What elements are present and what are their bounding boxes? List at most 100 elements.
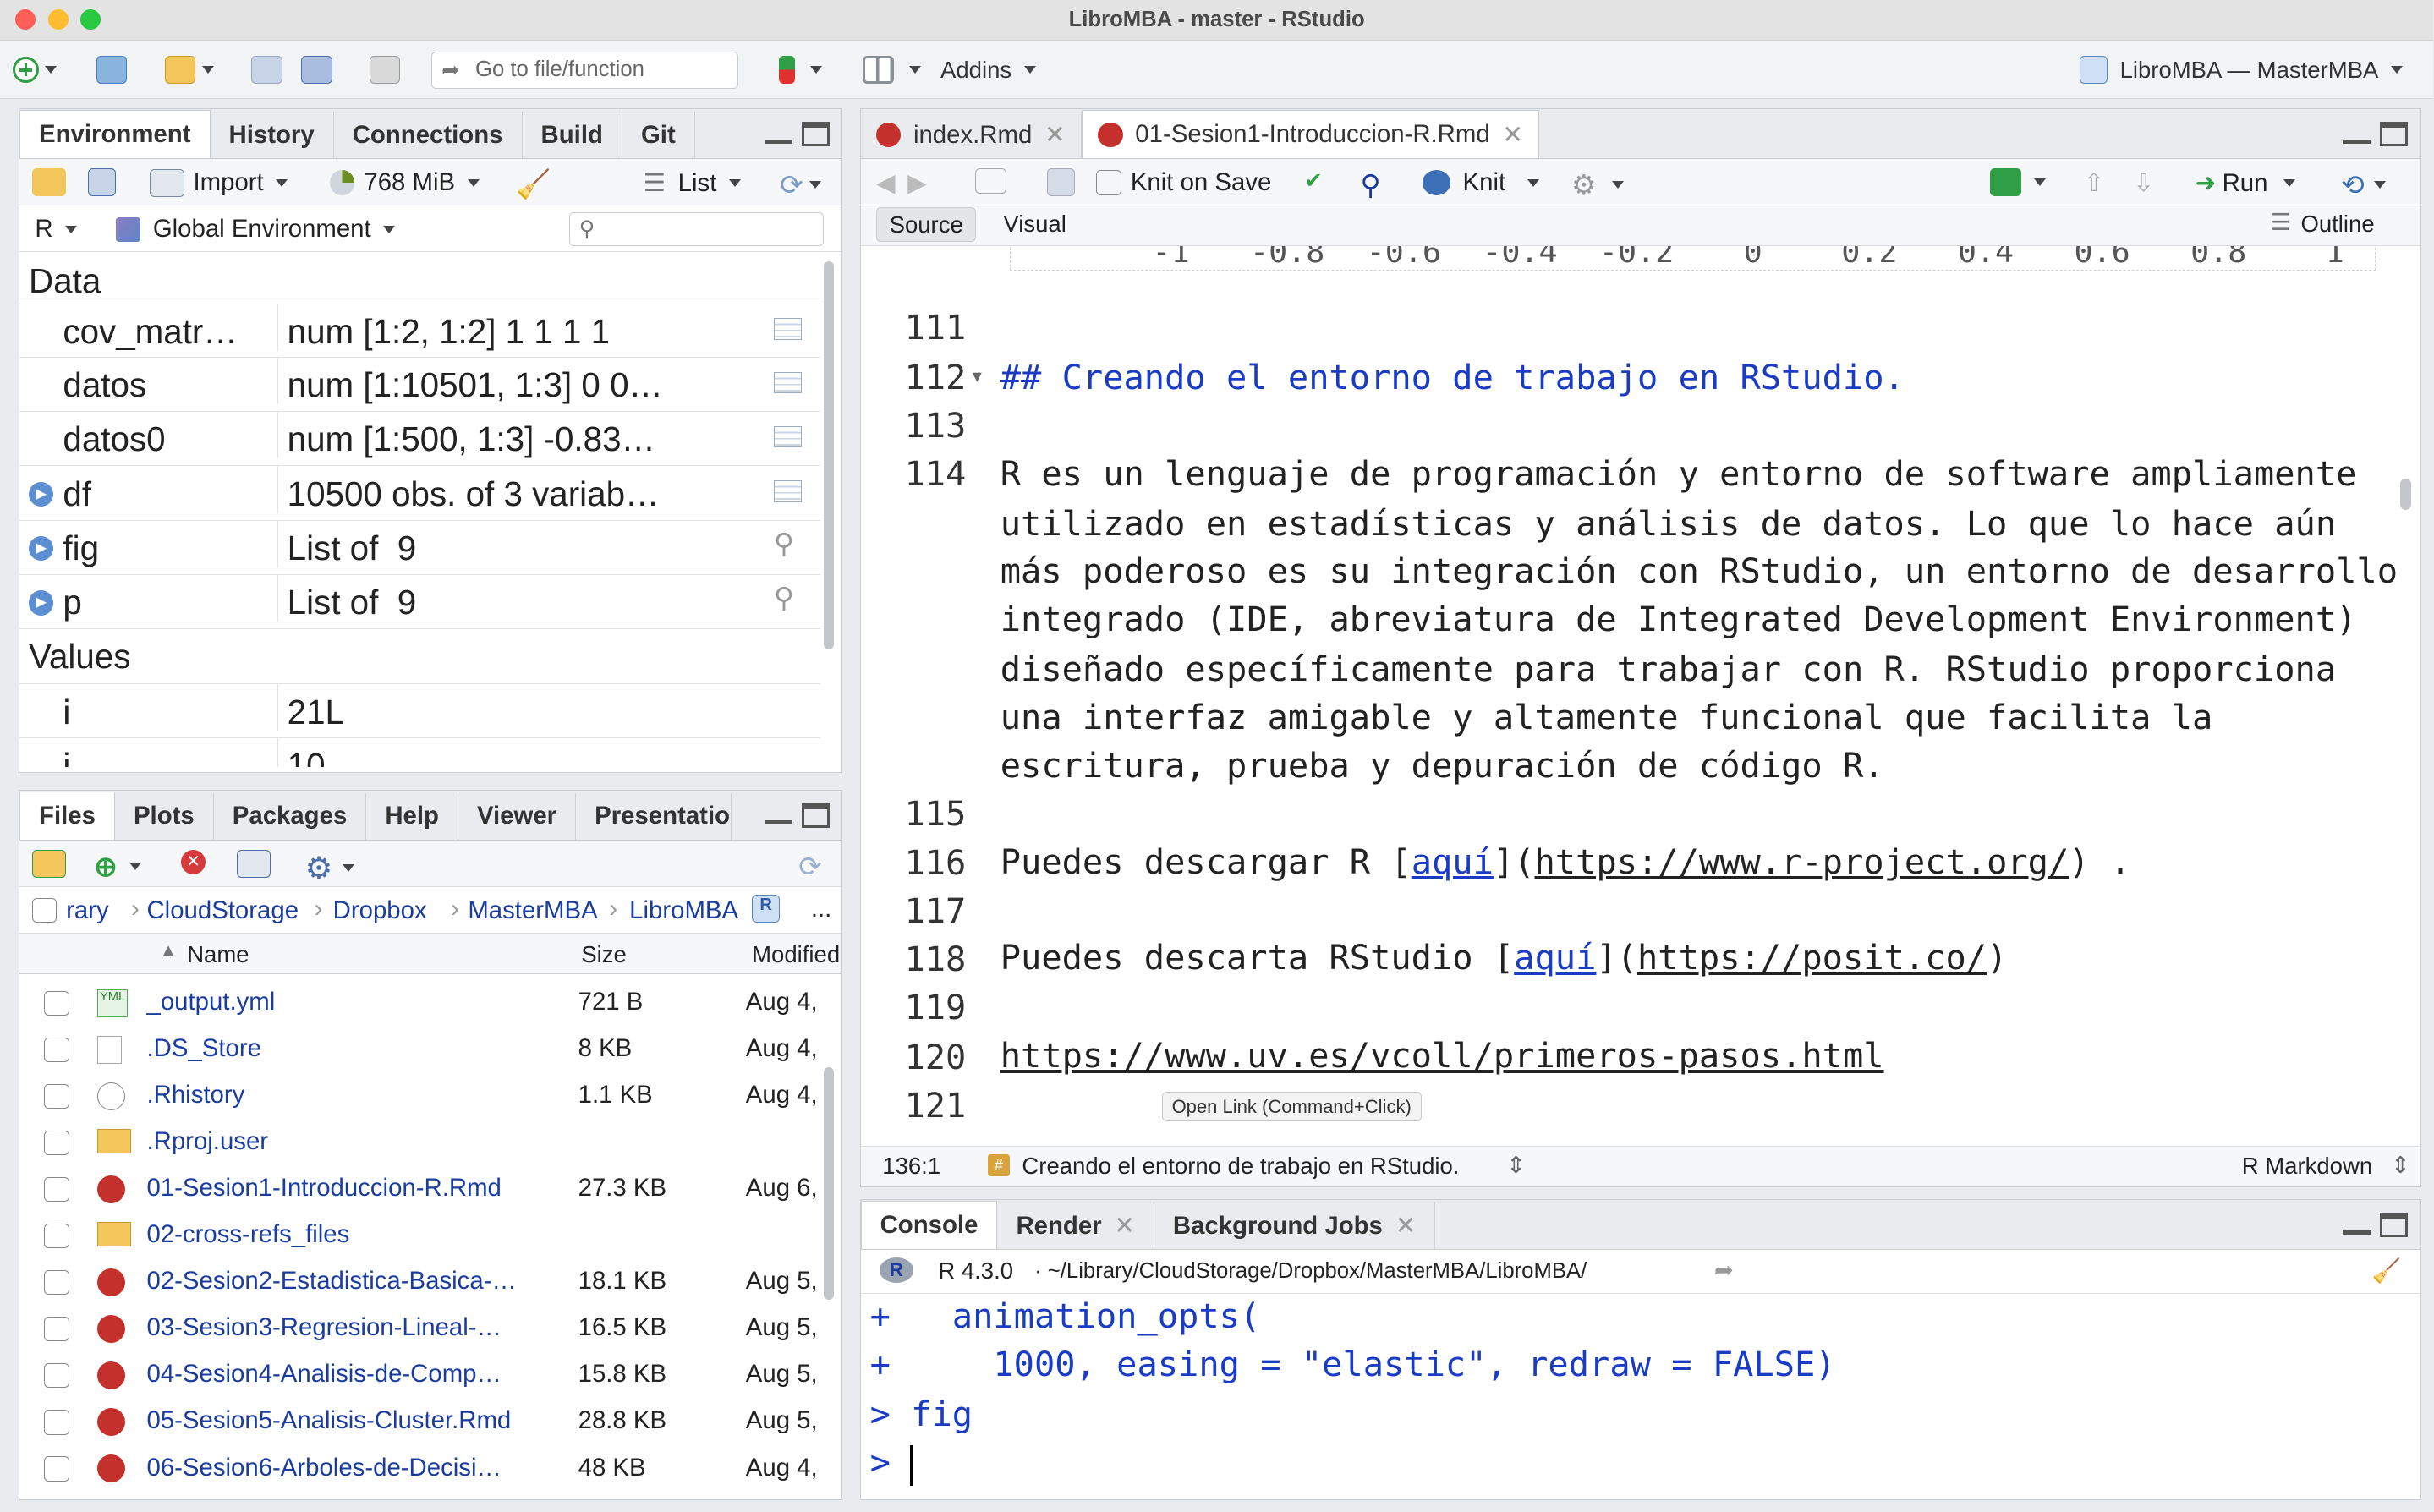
file-checkbox[interactable]	[44, 1269, 69, 1296]
markdown-link-text[interactable]: aquí	[1514, 938, 1596, 978]
more-file-actions-button[interactable]: ⚙	[305, 850, 354, 886]
pane-layout-button[interactable]	[863, 52, 922, 86]
run-button[interactable]: ➜ Run	[2196, 168, 2295, 198]
column-name-header[interactable]: Name	[187, 941, 249, 968]
breadcrumb-item[interactable]: MasterMBA	[468, 896, 597, 925]
file-row[interactable]: 02-Sesion2-Estadistica-Basica-… 18.1 KB Au…	[19, 1259, 820, 1306]
file-checkbox[interactable]	[44, 1176, 69, 1202]
file-row[interactable]: YML _output.yml 721 B Aug 4,	[19, 980, 820, 1027]
env-row-p[interactable]: ▶ p List of 9 ⚲	[19, 574, 820, 630]
code-editor[interactable]: -1 -0.8 -0.6 -0.4 -0.2 0 0.2 0.4 0.6 0.8 1 111 112 #…	[860, 245, 2420, 1140]
addins-menu[interactable]: Addins	[940, 52, 1036, 86]
delete-file-button[interactable]: ✕	[180, 849, 206, 875]
new-folder-button[interactable]	[31, 849, 67, 878]
visual-mode-button[interactable]: Visual	[1003, 211, 1066, 238]
insert-chunk-button[interactable]	[1990, 168, 2046, 197]
back-button[interactable]: ◀ ▶	[876, 168, 927, 198]
spellcheck-button[interactable]: ✔	[1304, 168, 1323, 194]
table-view-icon[interactable]	[773, 479, 802, 502]
r-project-icon[interactable]: R	[752, 894, 781, 923]
file-row[interactable]: 03-Sesion3-Regresion-Lineal-… 16.5 KB Aug …	[19, 1306, 820, 1352]
file-checkbox[interactable]	[44, 1223, 69, 1249]
tab-history[interactable]: History	[211, 112, 334, 159]
file-name-link[interactable]: 05-Sesion5-Analisis-Cluster.Rmd	[146, 1406, 565, 1435]
tab-viewer[interactable]: Viewer	[458, 792, 577, 840]
minimize-pane-button[interactable]	[2342, 122, 2371, 144]
goto-directory-icon[interactable]: ➦	[1714, 1257, 1734, 1284]
tab-help[interactable]: Help	[366, 792, 458, 840]
new-project-button[interactable]	[96, 52, 128, 86]
file-name-link[interactable]: 03-Sesion3-Regresion-Lineal-…	[146, 1313, 565, 1342]
breadcrumb-item[interactable]: Dropbox	[333, 896, 427, 925]
save-button[interactable]	[251, 52, 282, 86]
next-chunk-button[interactable]: ⇩	[2133, 168, 2154, 198]
console-output[interactable]: + animation_opts( + 1000, easing = "elas…	[861, 1294, 2420, 1496]
file-checkbox[interactable]	[44, 1037, 69, 1063]
tab-files[interactable]: Files	[19, 791, 115, 840]
save-workspace-button[interactable]	[87, 168, 116, 197]
breadcrumb-item[interactable]: rary	[66, 896, 109, 925]
file-name-link[interactable]: 02-Sesion2-Estadistica-Basica-…	[146, 1267, 565, 1296]
close-tab-icon[interactable]: ✕	[1114, 1211, 1135, 1241]
save-all-button[interactable]	[300, 52, 332, 86]
minimize-pane-button[interactable]	[764, 122, 792, 144]
prev-chunk-button[interactable]: ⇧	[2084, 168, 2105, 198]
view-mode-menu[interactable]: ☰ List	[644, 168, 742, 198]
file-checkbox[interactable]	[44, 1083, 69, 1109]
tab-packages[interactable]: Packages	[214, 792, 367, 840]
current-section-menu[interactable]: Creando el entorno de trabajo en RStudio…	[1022, 1153, 1459, 1180]
new-blank-file-button[interactable]: ⊕	[94, 850, 142, 883]
tab-render[interactable]: Render ✕	[997, 1202, 1154, 1250]
tab-environment[interactable]: Environment	[19, 110, 211, 159]
close-tab-icon[interactable]: ✕	[1502, 120, 1523, 150]
refresh-files-button[interactable]: ⟳	[798, 850, 822, 883]
memory-usage-button[interactable]: 768 MiB	[330, 168, 480, 197]
tab-presentation[interactable]: Presentation	[576, 792, 732, 840]
maximize-pane-button[interactable]	[801, 803, 830, 829]
console-prompt[interactable]: >	[870, 1443, 912, 1482]
file-checkbox[interactable]	[44, 990, 69, 1016]
close-tab-icon[interactable]: ✕	[1395, 1211, 1417, 1241]
expand-arrow-icon[interactable]: ▶	[29, 536, 54, 562]
file-name-link[interactable]: 01-Sesion1-Introduccion-R.Rmd	[146, 1174, 565, 1202]
env-row-datos0[interactable]: datos0 num [1:500, 1:3] -0.83…	[19, 412, 820, 467]
file-checkbox[interactable]	[44, 1410, 69, 1435]
file-checkbox[interactable]	[44, 1317, 69, 1342]
print-button[interactable]	[369, 52, 401, 86]
file-row[interactable]: .Rproj.user	[19, 1120, 820, 1166]
expand-arrow-icon[interactable]: ▶	[29, 481, 54, 507]
file-checkbox[interactable]	[44, 1363, 69, 1389]
scope-menu[interactable]: Global Environment	[115, 215, 396, 244]
goto-file-input[interactable]: ➦ Go to file/function	[431, 51, 739, 89]
maximize-pane-button[interactable]	[2379, 1213, 2408, 1238]
project-menu[interactable]: LibroMBA — MasterMBA	[2079, 52, 2404, 86]
file-row[interactable]: 04-Sesion4-Analisis-de-Comp… 15.8 KB Aug 5…	[19, 1352, 820, 1399]
import-dataset-button[interactable]: Import	[150, 168, 288, 197]
file-type-menu[interactable]: R Markdown	[2242, 1153, 2372, 1180]
new-file-button[interactable]	[12, 52, 58, 86]
breadcrumb-item[interactable]: LibroMBA	[629, 896, 738, 925]
file-checkbox[interactable]	[44, 1456, 69, 1482]
minimize-pane-button[interactable]	[764, 803, 792, 825]
source-mode-button[interactable]: Source	[875, 207, 977, 243]
file-row[interactable]: 01-Sesion1-Introduccion-R.Rmd 27.3 KB Aug …	[19, 1166, 820, 1213]
table-view-icon[interactable]	[773, 425, 802, 448]
files-scrollbar[interactable]	[823, 1066, 835, 1300]
bare-link-url[interactable]: https://www.uv.es/vcoll/primeros-pasos.h…	[1000, 1036, 1884, 1076]
file-row[interactable]: 02-cross-refs_files	[19, 1213, 820, 1259]
markdown-link-text[interactable]: aquí	[1412, 842, 1494, 882]
table-view-icon[interactable]	[773, 318, 802, 340]
refresh-environment-button[interactable]: ⟳	[780, 168, 822, 201]
env-row-cov-matr[interactable]: cov_matr… num [1:2, 1:2] 1 1 1 1	[19, 303, 820, 359]
file-name-link[interactable]: .Rhistory	[146, 1081, 565, 1109]
document-settings-button[interactable]: ⚙	[1571, 168, 1624, 201]
editor-tab[interactable]: index.Rmd ✕	[861, 112, 1082, 159]
breadcrumb-more-button[interactable]: ...	[811, 895, 831, 923]
column-modified-header[interactable]: Modified	[752, 941, 840, 968]
tab-git[interactable]: Git	[622, 112, 695, 159]
git-button[interactable]	[779, 52, 822, 86]
file-checkbox[interactable]	[44, 1130, 69, 1156]
table-view-icon[interactable]	[773, 371, 802, 394]
rename-file-button[interactable]	[236, 849, 271, 878]
markdown-link-url[interactable]: https://posit.co/	[1637, 938, 1987, 978]
